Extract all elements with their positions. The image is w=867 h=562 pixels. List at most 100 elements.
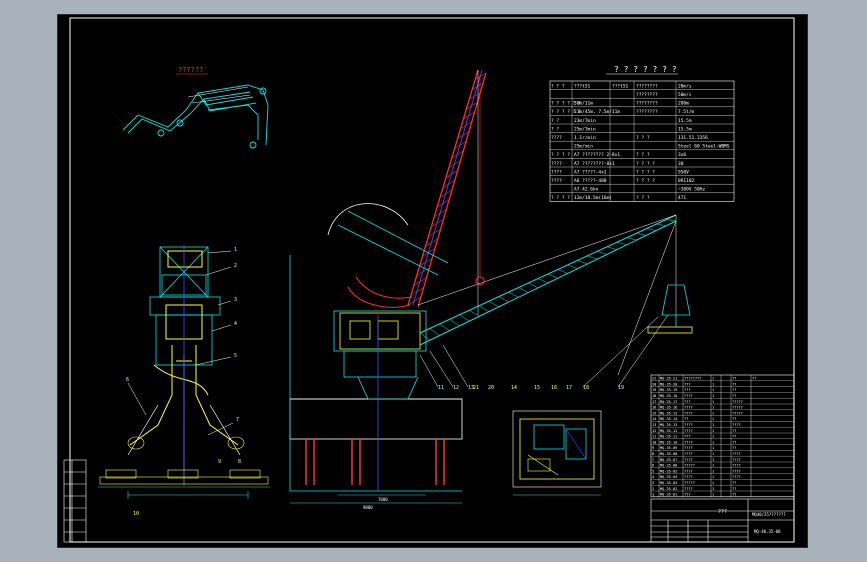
parts-cell: ?????: [684, 464, 695, 468]
parts-cell: 17: [652, 400, 656, 404]
parts-cell: MQ-35-06: [660, 464, 677, 468]
spec-cell: 3x6: [678, 152, 686, 158]
parts-cell: ????????: [684, 377, 701, 381]
parts-cell: 1: [712, 446, 714, 450]
parts-cell: 11: [652, 435, 656, 439]
spec-table: ? ? ? ? ? ? ? ? ? ? ???t51 ???t51???????? 2…: [549, 65, 735, 202]
boom-tie-lines: [417, 70, 677, 376]
parts-cell: ???: [684, 400, 691, 404]
balloon-number: 20: [488, 385, 494, 391]
parts-cell: 1: [712, 487, 714, 491]
revision-strip: [63, 459, 87, 543]
spec-cell: 288m: [678, 101, 689, 107]
balloon-number: 4: [234, 321, 237, 327]
parts-cell: ?????: [732, 406, 743, 410]
balloon-number: 18: [583, 385, 589, 391]
parts-cell: 3: [652, 481, 654, 485]
parts-cell: 7: [652, 458, 654, 462]
counterweight-arc: [347, 276, 413, 308]
parts-cell: ????: [684, 469, 693, 473]
balloon-number: 9: [218, 459, 221, 465]
parts-cell: 1: [712, 435, 714, 439]
spec-cell: 1.1r/min: [574, 135, 596, 141]
spec-cell: A7 ?????-4x1: [574, 169, 607, 175]
parts-cell: 4: [652, 475, 654, 479]
parts-cell: ????: [684, 423, 693, 427]
parts-cell: ??: [732, 446, 736, 450]
parts-cell: MQ-35-08: [660, 452, 677, 456]
parts-cell: MQ-35-02: [660, 487, 677, 491]
parts-cell: ??: [732, 435, 736, 439]
parts-cell: 13: [652, 423, 656, 427]
balloon-number: 5: [234, 353, 237, 359]
parts-cell: 1: [712, 377, 714, 381]
boom-lowered-cyan: [419, 214, 677, 346]
spec-cell: 15.5m: [678, 126, 692, 132]
parts-cell: 1: [712, 417, 714, 421]
drawing-canvas[interactable]: ?????? 9000 7000 1 2 3 4 5 6 7 8 9 10 11…: [57, 14, 808, 548]
parts-cell: MQ-35-15: [660, 411, 677, 415]
parts-cell: 1: [712, 388, 714, 392]
parts-cell: ???: [684, 435, 691, 439]
linkage-detail-view: ??????: [122, 66, 269, 149]
balloon-number: 10: [133, 511, 139, 517]
parts-cell: ??: [752, 377, 756, 381]
parts-cell: 1: [712, 400, 714, 404]
spec-cell: 23m/7min: [574, 118, 596, 124]
parts-cell: ??: [732, 493, 736, 497]
balloon-number: 17: [566, 385, 572, 391]
parts-cell: ????: [684, 446, 693, 450]
spec-cell: ???t51: [574, 83, 591, 89]
spec-cell: ????????: [636, 83, 658, 89]
spec-cell: ????: [551, 135, 562, 141]
parts-cell: 9: [652, 446, 654, 450]
parts-cell: MQ-35-10: [660, 440, 677, 444]
parts-cell: ?????: [732, 411, 743, 415]
parts-cell: 2: [652, 487, 654, 491]
parts-cell: 1: [712, 469, 714, 473]
balloon-number: 19: [618, 385, 624, 391]
parts-cell: 6: [652, 464, 654, 468]
parts-cell: 1: [712, 382, 714, 386]
parts-cell: MQ-35-21: [660, 377, 677, 381]
parts-cell: 1: [712, 423, 714, 427]
balloon-number: 2: [234, 263, 237, 269]
balloon-number: 12: [453, 385, 459, 391]
spec-cell: 50m/s: [678, 92, 692, 98]
parts-cell: 10: [652, 440, 656, 444]
spec-cell: ? ?: [551, 126, 559, 132]
parts-cell: ?????: [732, 400, 743, 404]
spec-cell: ????: [551, 169, 562, 175]
spec-cell: 20m/s: [678, 83, 692, 89]
parts-cell: ???: [684, 493, 691, 497]
spec-cell: ????????: [636, 92, 658, 98]
spec-cell: 950V: [678, 169, 689, 175]
parts-cell: MQ-35-11: [660, 435, 677, 439]
side-view-portal: [98, 245, 270, 499]
parts-cell: ??: [732, 382, 736, 386]
spec-cell: ? ? ?: [551, 83, 565, 89]
parts-cell: ?????: [684, 481, 695, 485]
parts-cell: 1: [712, 394, 714, 398]
balloon-number: 16: [551, 385, 557, 391]
balloon-number: 8: [238, 459, 241, 465]
parts-cell: 1: [712, 411, 714, 415]
drawing-code: MQ-40.35-00: [754, 529, 781, 534]
spec-cell: A7 42.6kn: [574, 187, 599, 193]
spec-cell: ? ? ? ?: [636, 161, 655, 167]
parts-cell: ????: [684, 411, 693, 415]
parts-cell: ????: [684, 458, 693, 462]
parts-cell: ????: [684, 406, 693, 410]
spec-cell: 7.5t/m: [678, 109, 695, 115]
drawing-name: MQ40/35???????: [752, 512, 786, 517]
leader-lines: [127, 250, 669, 436]
machinery-plan-view: [512, 410, 602, 496]
spec-cell: 12m/18.5m(16m): [574, 195, 612, 201]
parts-cell: MQ-35-16: [660, 406, 677, 410]
parts-cell: ????: [732, 464, 741, 468]
parts-cell: ????: [732, 423, 741, 427]
title-block: [650, 498, 795, 543]
parts-cell: ????: [684, 487, 693, 491]
parts-cell: 1: [652, 493, 654, 497]
parts-cell: 1: [712, 458, 714, 462]
